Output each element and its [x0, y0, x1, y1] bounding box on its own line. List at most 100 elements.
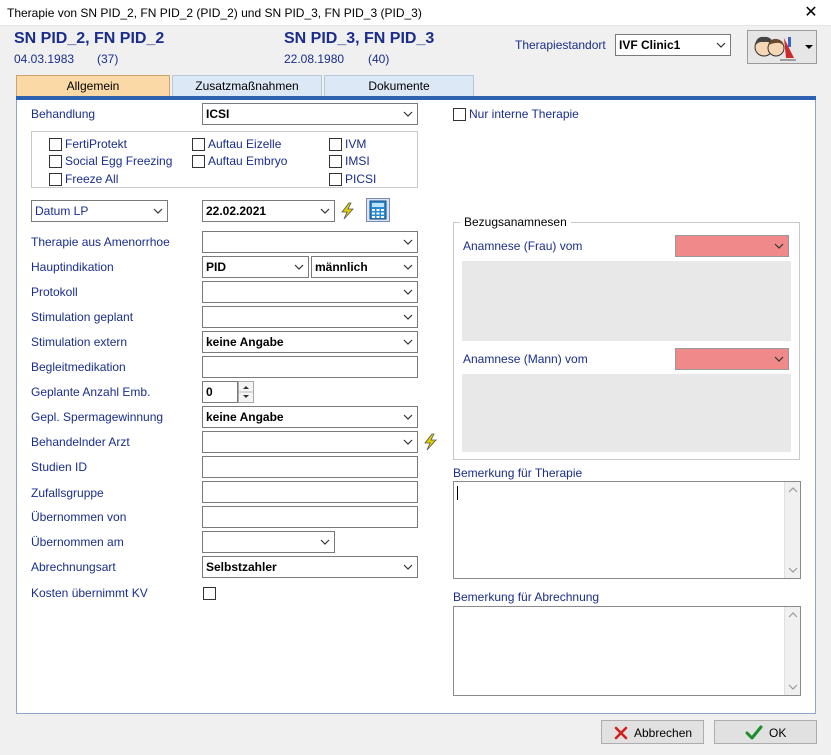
close-icon[interactable]: ✕ — [799, 2, 823, 24]
stim-extern-label: Stimulation extern — [31, 335, 128, 349]
anamnese-frau-select[interactable] — [675, 235, 789, 257]
lightning-icon[interactable] — [422, 433, 438, 451]
remark-therapie-scrollbar[interactable] — [784, 482, 800, 578]
anzahl-emb-input[interactable]: 0 — [202, 381, 238, 403]
chevron-down-icon — [153, 208, 163, 214]
anamnese-mann-select[interactable] — [675, 348, 789, 370]
stim-geplant-select[interactable] — [202, 306, 418, 328]
chevron-down-icon — [294, 264, 304, 270]
stim-geplant-label: Stimulation geplant — [31, 310, 134, 324]
protokoll-label: Protokoll — [31, 285, 78, 299]
ok-button[interactable]: OK — [714, 720, 817, 744]
spermagewinnung-select[interactable]: keine Angabe — [202, 406, 418, 428]
checkmark-icon — [745, 725, 763, 740]
auftau-embryo-label: Auftau Embryo — [208, 154, 288, 168]
amenorrhoe-select[interactable] — [202, 231, 418, 253]
calculator-button[interactable] — [366, 198, 390, 222]
chevron-down-icon — [320, 539, 330, 545]
arzt-select[interactable] — [202, 431, 418, 453]
couple-button[interactable] — [747, 30, 817, 64]
dropdown-arrow-icon — [805, 45, 813, 49]
uebernommen-von-label: Übernommen von — [31, 510, 127, 524]
anzahl-emb-stepper[interactable] — [238, 381, 254, 403]
date-type-select[interactable]: Datum LP — [31, 200, 168, 222]
hauptindikation-value: PID — [206, 260, 227, 274]
scroll-down-icon[interactable] — [788, 683, 798, 691]
picsi-checkbox[interactable] — [329, 173, 342, 186]
chevron-down-icon — [403, 314, 413, 320]
chevron-down-icon — [403, 339, 413, 345]
spermagewinnung-label: Gepl. Spermagewinnung — [31, 410, 164, 424]
ivm-label: IVM — [345, 137, 367, 151]
fertiprotekt-checkbox[interactable] — [49, 138, 62, 151]
studien-id-input[interactable] — [202, 456, 418, 478]
abrechnungsart-select[interactable]: Selbstzahler — [202, 556, 418, 578]
chevron-down-icon — [403, 289, 413, 295]
patient-2-dob: 22.08.1980 — [284, 52, 345, 66]
chevron-down-icon — [403, 414, 413, 420]
internal-only-checkbox[interactable] — [453, 108, 466, 121]
anamnese-mann-label: Anamnese (Mann) vom — [463, 352, 588, 366]
auftau-eizelle-label: Auftau Eizelle — [208, 137, 282, 151]
anamnese-frau-label: Anamnese (Frau) vom — [463, 239, 583, 253]
chevron-down-icon — [320, 208, 330, 214]
stim-extern-select[interactable]: keine Angabe — [202, 331, 418, 353]
uebernommen-am-picker[interactable] — [202, 531, 335, 553]
scroll-up-icon[interactable] — [788, 486, 798, 494]
fertiprotekt-label: FertiProtekt — [65, 137, 128, 151]
hauptindikation-select[interactable]: PID — [202, 256, 309, 278]
hauptindikation-sex-select[interactable]: männlich — [311, 256, 418, 278]
remark-abrechnung-label: Bemerkung für Abrechnung — [453, 590, 600, 604]
lightning-icon[interactable] — [339, 202, 355, 220]
cancel-button[interactable]: Abbrechen — [601, 720, 704, 744]
remark-therapie-textarea[interactable] — [453, 481, 801, 579]
remark-abrechnung-scrollbar[interactable] — [784, 607, 800, 695]
freeze-all-checkbox[interactable] — [49, 173, 62, 186]
begleitmedikation-input[interactable] — [202, 356, 418, 378]
anzahl-emb-label: Geplante Anzahl Emb. — [31, 385, 151, 399]
chevron-down-icon — [403, 564, 413, 570]
tab-allgemein[interactable]: Allgemein — [16, 75, 170, 97]
uebernommen-am-label: Übernommen am — [31, 535, 124, 549]
begleitmedikation-label: Begleitmedikation — [31, 360, 126, 374]
tab-dokumente[interactable]: Dokumente — [324, 75, 474, 97]
cancel-x-icon — [614, 726, 628, 740]
chevron-down-icon — [403, 111, 413, 117]
social-egg-freezing-label: Social Egg Freezing — [65, 154, 173, 168]
protokoll-select[interactable] — [202, 281, 418, 303]
text-cursor — [457, 486, 458, 500]
tab-zusatzmassnahmen[interactable]: Zusatzmaßnahmen — [172, 75, 322, 97]
treatment-select[interactable]: ICSI — [202, 103, 418, 125]
window-title: Therapie von SN PID_2, FN PID_2 (PID_2) … — [7, 6, 422, 20]
scroll-up-icon[interactable] — [788, 611, 798, 619]
social-egg-freezing-checkbox[interactable] — [49, 155, 62, 168]
scroll-down-icon[interactable] — [788, 566, 798, 574]
date-picker[interactable]: 22.02.2021 — [202, 200, 335, 222]
date-value: 22.02.2021 — [206, 204, 267, 218]
amenorrhoe-label: Therapie aus Amenorrhoe — [31, 235, 170, 249]
hauptindikation-sex-value: männlich — [315, 260, 368, 274]
imsi-checkbox[interactable] — [329, 155, 342, 168]
picsi-label: PICSI — [345, 172, 377, 186]
auftau-embryo-checkbox[interactable] — [192, 155, 205, 168]
uebernommen-von-input[interactable] — [202, 506, 418, 528]
ivm-checkbox[interactable] — [329, 138, 342, 151]
chevron-down-icon — [716, 42, 726, 48]
studien-id-label: Studien ID — [31, 460, 88, 474]
internal-only-label: Nur interne Therapie — [469, 107, 579, 121]
anamnese-mann-details — [462, 374, 791, 452]
patient-2-name: SN PID_3, FN PID_3 — [284, 30, 435, 47]
remark-abrechnung-textarea[interactable] — [453, 606, 801, 696]
zufallsgruppe-label: Zufallsgruppe — [31, 486, 104, 500]
abrechnungsart-value: Selbstzahler — [206, 560, 277, 574]
zufallsgruppe-input[interactable] — [202, 481, 418, 503]
treatment-value: ICSI — [206, 107, 230, 121]
location-select[interactable]: IVF Clinic1 — [615, 34, 731, 56]
patient-1-age: (37) — [97, 52, 119, 66]
auftau-eizelle-checkbox[interactable] — [192, 138, 205, 151]
freeze-all-label: Freeze All — [65, 172, 119, 186]
location-value: IVF Clinic1 — [619, 38, 681, 52]
patient-1-dob: 04.03.1983 — [14, 52, 75, 66]
kosten-kv-checkbox[interactable] — [203, 587, 216, 600]
patient-2-age: (40) — [368, 52, 390, 66]
